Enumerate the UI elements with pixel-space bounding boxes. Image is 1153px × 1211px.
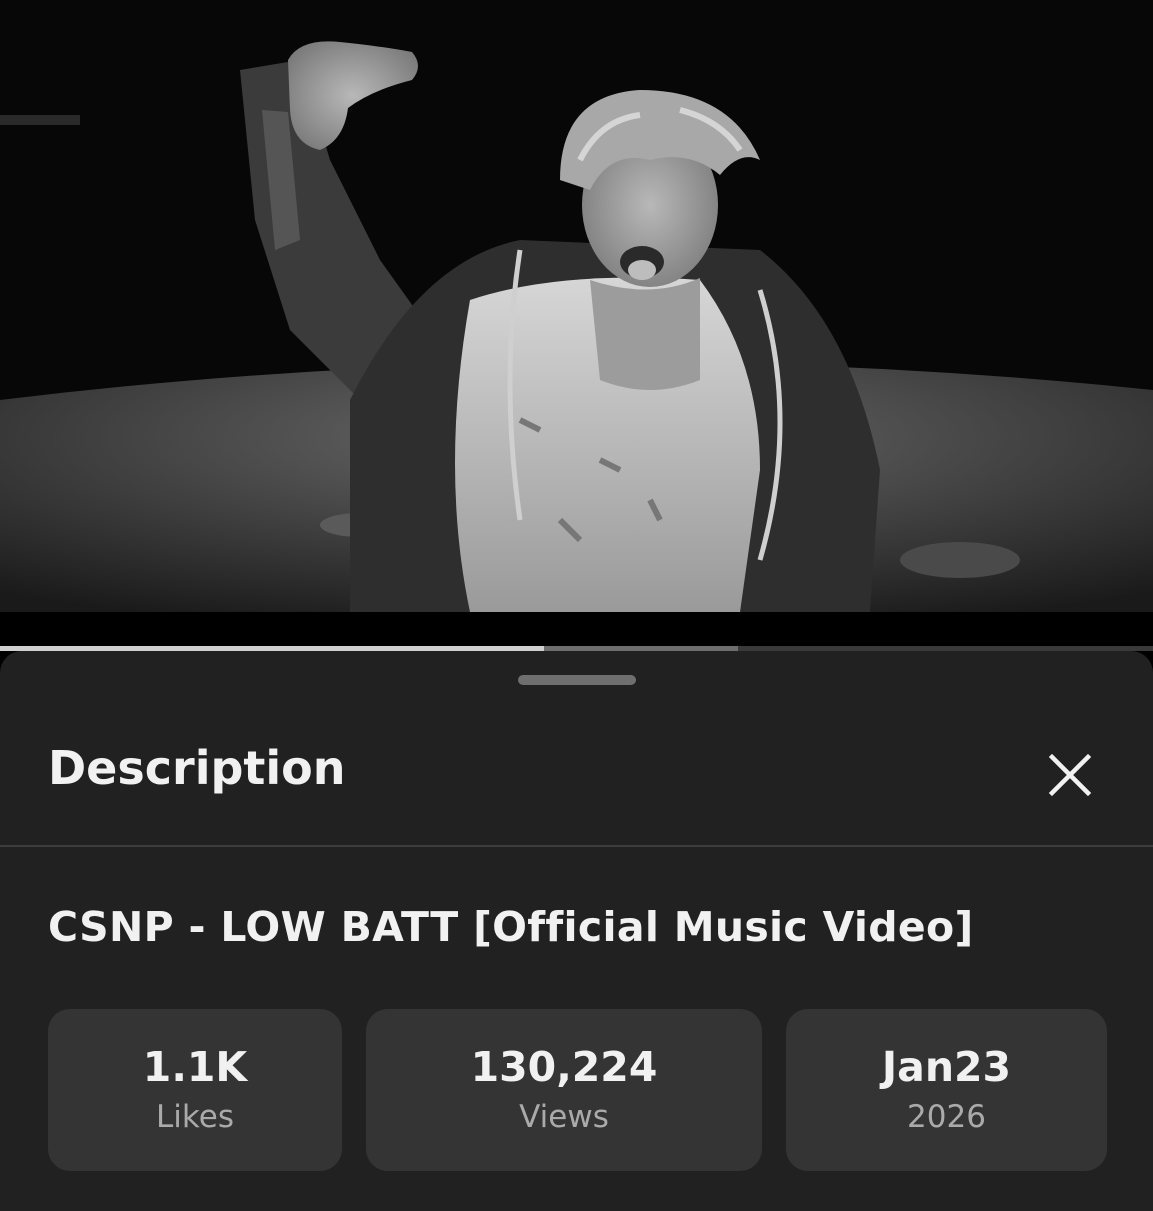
likes-count: 1.1K (142, 1043, 248, 1091)
video-player[interactable] (0, 0, 1153, 612)
drag-handle[interactable] (518, 675, 636, 685)
close-icon (1048, 753, 1092, 797)
player-letterbox (0, 612, 1153, 646)
close-button[interactable] (1040, 747, 1100, 803)
publish-date: Jan23 (881, 1043, 1012, 1091)
likes-stat: 1.1K Likes (48, 1009, 342, 1171)
divider (0, 845, 1153, 847)
sheet-title: Description (48, 741, 346, 795)
description-sheet: Description CSNP - LOW BATT [Official Mu… (0, 651, 1153, 1211)
video-title: CSNP - LOW BATT [Official Music Video] (48, 903, 974, 951)
views-label: Views (519, 1099, 609, 1135)
video-thumbnail (0, 0, 1153, 612)
views-stat: 130,224 Views (366, 1009, 762, 1171)
publish-year: 2026 (907, 1099, 986, 1135)
likes-label: Likes (156, 1099, 234, 1135)
views-count: 130,224 (470, 1043, 658, 1091)
date-stat: Jan23 2026 (786, 1009, 1107, 1171)
